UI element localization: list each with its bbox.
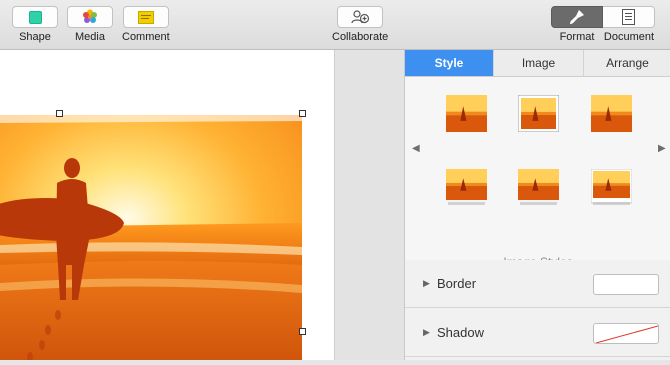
thumbnail-preview — [591, 95, 632, 132]
surfer-photo — [0, 115, 302, 362]
paintbrush-icon — [570, 10, 584, 24]
shape-label: Shape — [19, 31, 51, 43]
shape-icon — [28, 10, 42, 24]
comment-tool[interactable]: Comment — [122, 6, 170, 43]
tab-arrange[interactable]: Arrange — [584, 50, 670, 76]
format-inspector: Style Image Arrange ◀ ▶ Image Styles ▶ B… — [404, 50, 670, 360]
image-style-5[interactable] — [518, 169, 559, 206]
resize-handle-top-right[interactable] — [299, 110, 306, 117]
media-button[interactable] — [67, 6, 113, 28]
thumbnail-preview — [518, 169, 559, 205]
toolbar: Shape Media Comment Collaborate Format D… — [0, 0, 670, 50]
disclosure-triangle-icon[interactable]: ▶ — [423, 327, 430, 338]
thumbnail-preview — [446, 95, 487, 132]
comment-icon — [137, 10, 154, 24]
thumbnail-preview — [591, 169, 632, 205]
disclosure-triangle-icon[interactable]: ▶ — [423, 278, 430, 289]
format-label: Format — [559, 31, 595, 43]
shape-button[interactable] — [12, 6, 58, 28]
thumbnail-preview — [518, 95, 559, 132]
add-person-icon — [351, 10, 370, 24]
shape-tool[interactable]: Shape — [12, 6, 58, 43]
comment-label: Comment — [122, 31, 170, 43]
none-slash-icon — [595, 325, 658, 343]
document-icon — [622, 9, 635, 25]
photos-icon — [83, 9, 97, 23]
tab-image[interactable]: Image — [494, 50, 584, 76]
collaborate-label: Collaborate — [332, 31, 389, 43]
resize-handle-top-left[interactable] — [56, 110, 63, 117]
image-style-1[interactable] — [446, 95, 487, 132]
document-label: Document — [603, 31, 655, 43]
shadow-style-well[interactable] — [593, 323, 659, 344]
image-style-3[interactable] — [591, 95, 632, 132]
inspector-toggle: Format Document — [551, 6, 655, 43]
border-row[interactable]: ▶ Border — [405, 260, 670, 308]
image-style-6[interactable] — [591, 169, 632, 206]
format-tool[interactable]: Format — [551, 6, 603, 43]
border-style-well[interactable] — [593, 274, 659, 295]
image-style-4[interactable] — [446, 169, 487, 206]
collaborate-tool[interactable]: Collaborate — [332, 6, 388, 43]
shadow-row[interactable]: ▶ Shadow — [405, 309, 670, 357]
document-button[interactable] — [603, 6, 655, 28]
resize-handle-bottom-right[interactable] — [299, 328, 306, 335]
inspector-tabs: Style Image Arrange — [405, 50, 670, 77]
image-style-2[interactable] — [518, 95, 559, 132]
format-button[interactable] — [551, 6, 603, 28]
shadow-label: Shadow — [437, 325, 484, 340]
previous-arrow-icon[interactable]: ◀ — [412, 143, 420, 154]
next-arrow-icon[interactable]: ▶ — [658, 143, 666, 154]
comment-button[interactable] — [122, 6, 169, 28]
tab-style[interactable]: Style — [405, 50, 494, 76]
collaborate-button[interactable] — [337, 6, 384, 28]
media-tool[interactable]: Media — [67, 6, 113, 43]
border-label: Border — [437, 276, 477, 291]
selected-image[interactable] — [0, 115, 302, 362]
document-tool[interactable]: Document — [603, 6, 655, 43]
thumbnail-preview — [446, 169, 487, 205]
media-label: Media — [75, 31, 105, 43]
